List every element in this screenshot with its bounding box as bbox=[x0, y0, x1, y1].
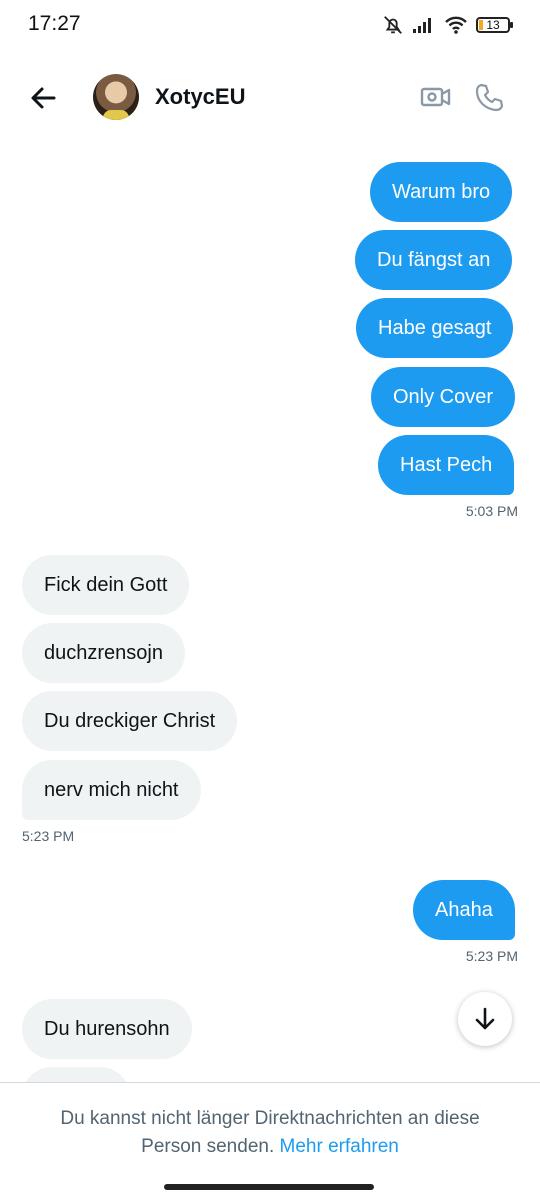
scroll-to-bottom-button[interactable] bbox=[458, 992, 512, 1046]
message-bubble-incoming[interactable]: nerv mich nicht bbox=[22, 760, 201, 820]
avatar[interactable] bbox=[93, 74, 139, 120]
mute-icon bbox=[384, 16, 402, 34]
arrow-down-icon bbox=[475, 1007, 495, 1030]
message-bubble-incoming[interactable]: Du dreckiger Christ bbox=[22, 691, 238, 751]
status-icons: 13 bbox=[382, 14, 513, 36]
message-bubble-outgoing[interactable]: Habe gesagt bbox=[356, 298, 514, 358]
conversation-header: XotycEU bbox=[0, 60, 540, 134]
restriction-notice: Du kannst nicht länger Direktnachrichten… bbox=[30, 1105, 510, 1161]
message-timestamp: 5:03 PM bbox=[465, 503, 518, 519]
restriction-notice-text: Du kannst nicht länger Direktnachrichten… bbox=[60, 1108, 480, 1157]
contact-name[interactable]: XotycEU bbox=[155, 84, 245, 110]
home-indicator[interactable] bbox=[164, 1184, 374, 1190]
message-timestamp: 5:23 PM bbox=[465, 948, 518, 964]
learn-more-link[interactable]: Mehr erfahren bbox=[280, 1136, 399, 1157]
message-bubble-incoming[interactable]: duchzrensojn bbox=[22, 623, 185, 683]
message-bubble-outgoing[interactable]: Warum bro bbox=[370, 162, 513, 222]
message-bubble-incoming[interactable]: Du hurensohn bbox=[22, 999, 192, 1059]
message-timestamp: 5:23 PM bbox=[22, 828, 75, 844]
phone-call-icon[interactable] bbox=[472, 80, 506, 114]
wifi-icon bbox=[445, 16, 467, 34]
message-bubble-outgoing[interactable]: Hast Pech bbox=[378, 435, 515, 495]
message-bubble-outgoing[interactable]: Only Cover bbox=[371, 367, 516, 427]
status-bar: 17:27 13 bbox=[0, 0, 540, 50]
message-bubble-outgoing[interactable]: Ahaha bbox=[413, 880, 515, 940]
battery-level: 13 bbox=[486, 18, 500, 32]
back-arrow-icon[interactable] bbox=[26, 80, 62, 116]
battery-icon: 13 bbox=[476, 17, 513, 33]
video-call-icon[interactable] bbox=[418, 80, 452, 114]
message-bubble-outgoing[interactable]: Du fängst an bbox=[355, 230, 513, 290]
message-bubble-incoming[interactable]: Fick dein Gott bbox=[22, 555, 190, 615]
signal-icon bbox=[413, 18, 431, 33]
status-time: 17:27 bbox=[28, 12, 81, 35]
